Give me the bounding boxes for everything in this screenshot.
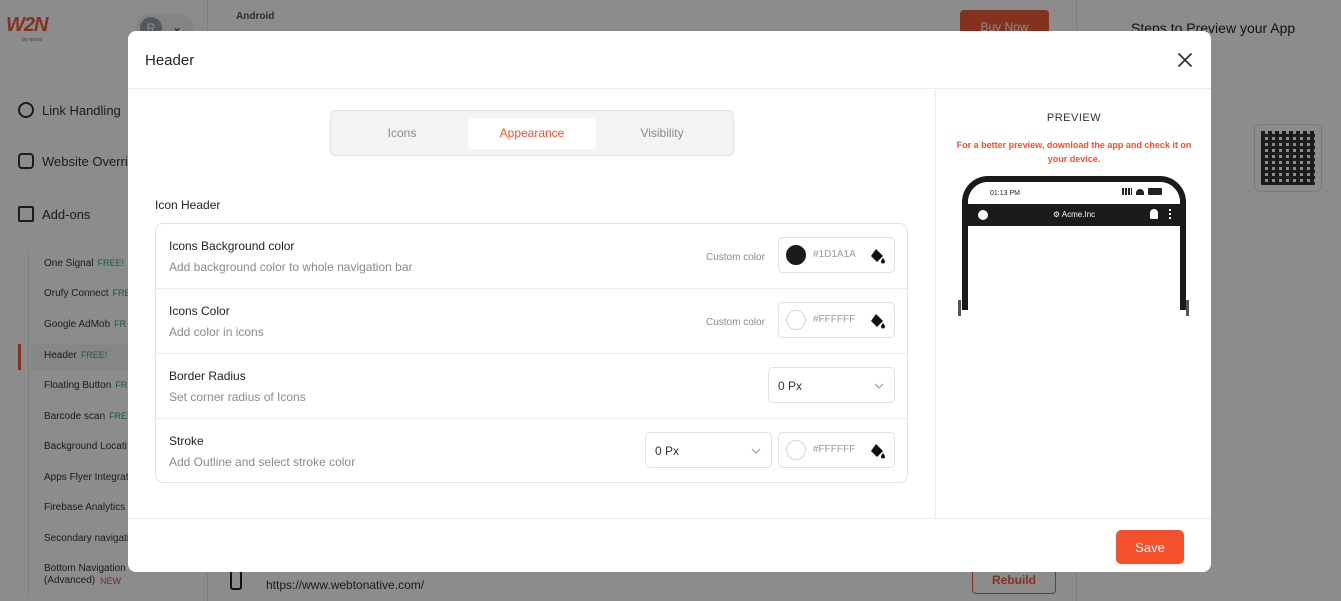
- row-label: Stroke: [169, 434, 204, 448]
- paint-bucket-icon[interactable]: [869, 442, 887, 460]
- status-time: 01:13 PM: [990, 190, 1020, 197]
- preview-title: PREVIEW: [1046, 112, 1102, 124]
- row-stroke: Stroke Add Outline and select stroke col…: [156, 419, 907, 484]
- settings-card: Icons Background color Add background co…: [155, 223, 908, 483]
- stroke-width-select[interactable]: 0 Px: [645, 432, 772, 468]
- chevron-down-icon: [874, 383, 884, 389]
- color-swatch[interactable]: [786, 440, 806, 460]
- phone-status-bar: 01:13 PM: [968, 182, 1180, 204]
- more-vertical-icon: [1169, 209, 1171, 219]
- paint-bucket-icon[interactable]: [869, 312, 887, 330]
- bell-icon: [1150, 209, 1158, 219]
- row-label: Icons Background color: [169, 239, 295, 253]
- row-label: Border Radius: [169, 369, 246, 383]
- phone-side-button: [958, 300, 961, 316]
- wifi-icon: [1136, 188, 1144, 195]
- color-hex: #FFFFFF: [813, 314, 856, 325]
- select-value: 0 Px: [778, 379, 803, 393]
- custom-color-label: Custom color: [706, 252, 765, 263]
- modal-footer: Save: [128, 518, 1211, 572]
- custom-color-label: Custom color: [706, 317, 765, 328]
- close-icon[interactable]: [1176, 51, 1194, 69]
- color-hex: #1D1A1A: [813, 249, 856, 260]
- bg-color-picker[interactable]: #1D1A1A: [778, 237, 895, 273]
- tab-visibility[interactable]: Visibility: [598, 118, 726, 149]
- phone-side-button: [1186, 300, 1189, 316]
- select-value: 0 Px: [655, 444, 680, 458]
- row-description: Add Outline and select stroke color: [169, 455, 356, 469]
- modal-title: Header: [145, 52, 195, 69]
- header-settings-modal: Header Icons Appearance Visibility Icon …: [128, 31, 1211, 572]
- phone-preview: 01:13 PM ⚙ Acme.Inc: [962, 176, 1186, 310]
- icon-color-picker[interactable]: #FFFFFF: [778, 302, 895, 338]
- tab-appearance[interactable]: Appearance: [468, 118, 596, 149]
- stroke-color-picker[interactable]: #FFFFFF: [778, 432, 895, 468]
- battery-icon: [1148, 188, 1162, 195]
- settings-panel: Icons Appearance Visibility Icon Header …: [128, 90, 935, 518]
- paint-bucket-icon[interactable]: [869, 247, 887, 265]
- preview-brand: ⚙ Acme.Inc: [1052, 210, 1096, 219]
- section-title: Icon Header: [155, 198, 221, 212]
- color-hex: #FFFFFF: [813, 444, 856, 455]
- border-radius-select[interactable]: 0 Px: [768, 367, 895, 403]
- color-swatch[interactable]: [786, 310, 806, 330]
- row-description: Set corner radius of Icons: [169, 390, 306, 404]
- row-border-radius: Border Radius Set corner radius of Icons…: [156, 354, 907, 419]
- tab-bar: Icons Appearance Visibility: [330, 110, 734, 156]
- chevron-down-icon: [751, 448, 761, 454]
- row-icons-background-color: Icons Background color Add background co…: [156, 224, 907, 289]
- save-button[interactable]: Save: [1116, 530, 1184, 564]
- modal-header: Header: [128, 31, 1211, 89]
- signal-icon: [1122, 188, 1132, 195]
- color-swatch[interactable]: [786, 245, 806, 265]
- row-label: Icons Color: [169, 304, 230, 318]
- row-description: Add background color to whole navigation…: [169, 260, 413, 274]
- row-description: Add color in icons: [169, 325, 264, 339]
- tab-icons[interactable]: Icons: [338, 118, 466, 149]
- preview-header-bar: ⚙ Acme.Inc: [968, 204, 1180, 226]
- preview-panel: PREVIEW For a better preview, download t…: [935, 90, 1211, 518]
- row-icons-color: Icons Color Add color in icons Custom co…: [156, 289, 907, 354]
- preview-note: For a better preview, download the app a…: [956, 140, 1192, 164]
